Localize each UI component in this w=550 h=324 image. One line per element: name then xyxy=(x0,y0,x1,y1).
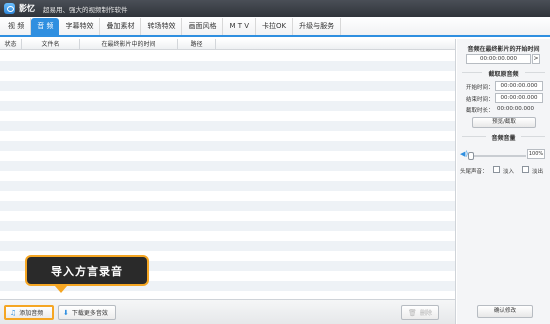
tab-transitions[interactable]: 转场特效 xyxy=(141,18,183,35)
fade-out-checkbox[interactable] xyxy=(522,166,529,173)
clip-end-field[interactable]: 00:00:00.000 xyxy=(495,93,543,103)
clip-duration-label: 截取时长： xyxy=(466,108,494,114)
app-slogan: 超易用、强大的视频制作软件 xyxy=(43,5,128,14)
tab-subtitle-effects[interactable]: 字幕特效 xyxy=(59,18,101,35)
tab-video[interactable]: 视 频 xyxy=(2,18,32,35)
volume-title: 音频音量 xyxy=(491,135,516,142)
delete-button[interactable]: 🗑 删除 xyxy=(401,305,439,320)
fade-out-label: 淡出 xyxy=(532,169,544,175)
app-logo-icon xyxy=(4,3,15,14)
tab-overlay[interactable]: 叠加素材 xyxy=(100,18,142,35)
tab-karaoke[interactable]: 卡拉OK xyxy=(256,18,294,35)
start-time-title: 音频在最终影片的开始时间 xyxy=(467,46,540,53)
column-time-in-movie[interactable]: 在最终影片中的时间 xyxy=(80,39,178,49)
clip-duration-value: 00:00:00.000 xyxy=(497,106,534,112)
tab-mtv[interactable]: M T V xyxy=(223,18,257,35)
delete-label: 删除 xyxy=(419,310,432,317)
bottom-toolbar: ♫ 添加音频 ⬇ 下载更多音效 🗑 删除 xyxy=(0,299,456,324)
speaker-icon[interactable]: ◀) xyxy=(460,150,468,158)
fade-in-label: 淡入 xyxy=(503,169,515,175)
music-note-icon: ♫ xyxy=(10,308,17,317)
tab-audio[interactable]: 音 频 xyxy=(31,18,60,35)
import-dialect-callout: 导入方言录音 xyxy=(25,255,149,293)
fade-in-checkbox[interactable] xyxy=(493,166,500,173)
add-audio-label: 添加音频 xyxy=(19,310,44,317)
column-filename[interactable]: 文件名 xyxy=(22,39,80,49)
start-time-field[interactable]: 00:00:00.000 xyxy=(466,54,531,64)
callout-pointer xyxy=(55,286,67,293)
clip-start-label: 开始时间： xyxy=(466,85,494,91)
preview-clip-button[interactable]: 预览/截取 xyxy=(472,117,536,128)
volume-value-field[interactable]: 100% xyxy=(527,149,545,159)
volume-slider[interactable] xyxy=(468,152,526,160)
clip-audio-title: 截取原音频 xyxy=(488,71,519,78)
column-status[interactable]: 状态 xyxy=(0,39,22,49)
column-path[interactable]: 路径 xyxy=(178,39,216,49)
chevron-right-icon[interactable]: > xyxy=(532,54,540,64)
divider xyxy=(521,136,545,137)
download-more-sounds-label: 下载更多音效 xyxy=(71,310,108,317)
trash-icon: 🗑 xyxy=(408,308,417,317)
tab-picture-style[interactable]: 画面风格 xyxy=(182,18,224,35)
clip-start-field[interactable]: 00:00:00.000 xyxy=(495,81,543,91)
divider xyxy=(525,72,545,73)
add-audio-button[interactable]: ♫ 添加音频 xyxy=(4,305,54,320)
volume-slider-handle[interactable] xyxy=(468,152,475,160)
title-bar: 影忆 超易用、强大的视频制作软件 xyxy=(0,0,550,17)
download-more-sounds-button[interactable]: ⬇ 下载更多音效 xyxy=(58,305,116,320)
clip-end-label: 结束时间： xyxy=(466,97,494,103)
callout-text: 导入方言录音 xyxy=(27,257,147,284)
table-header: 状态 文件名 在最终影片中的时间 路径 xyxy=(0,39,455,50)
tab-upgrade-service[interactable]: 升级与服务 xyxy=(293,18,342,35)
download-icon: ⬇ xyxy=(63,308,69,317)
fade-label: 头尾声音： xyxy=(460,169,488,175)
confirm-changes-button[interactable]: 确认修改 xyxy=(477,305,533,318)
app-name: 影忆 xyxy=(19,4,35,13)
main-tabs: 视 频 音 频 字幕特效 叠加素材 转场特效 画面风格 M T V 卡拉OK 升… xyxy=(0,17,550,37)
